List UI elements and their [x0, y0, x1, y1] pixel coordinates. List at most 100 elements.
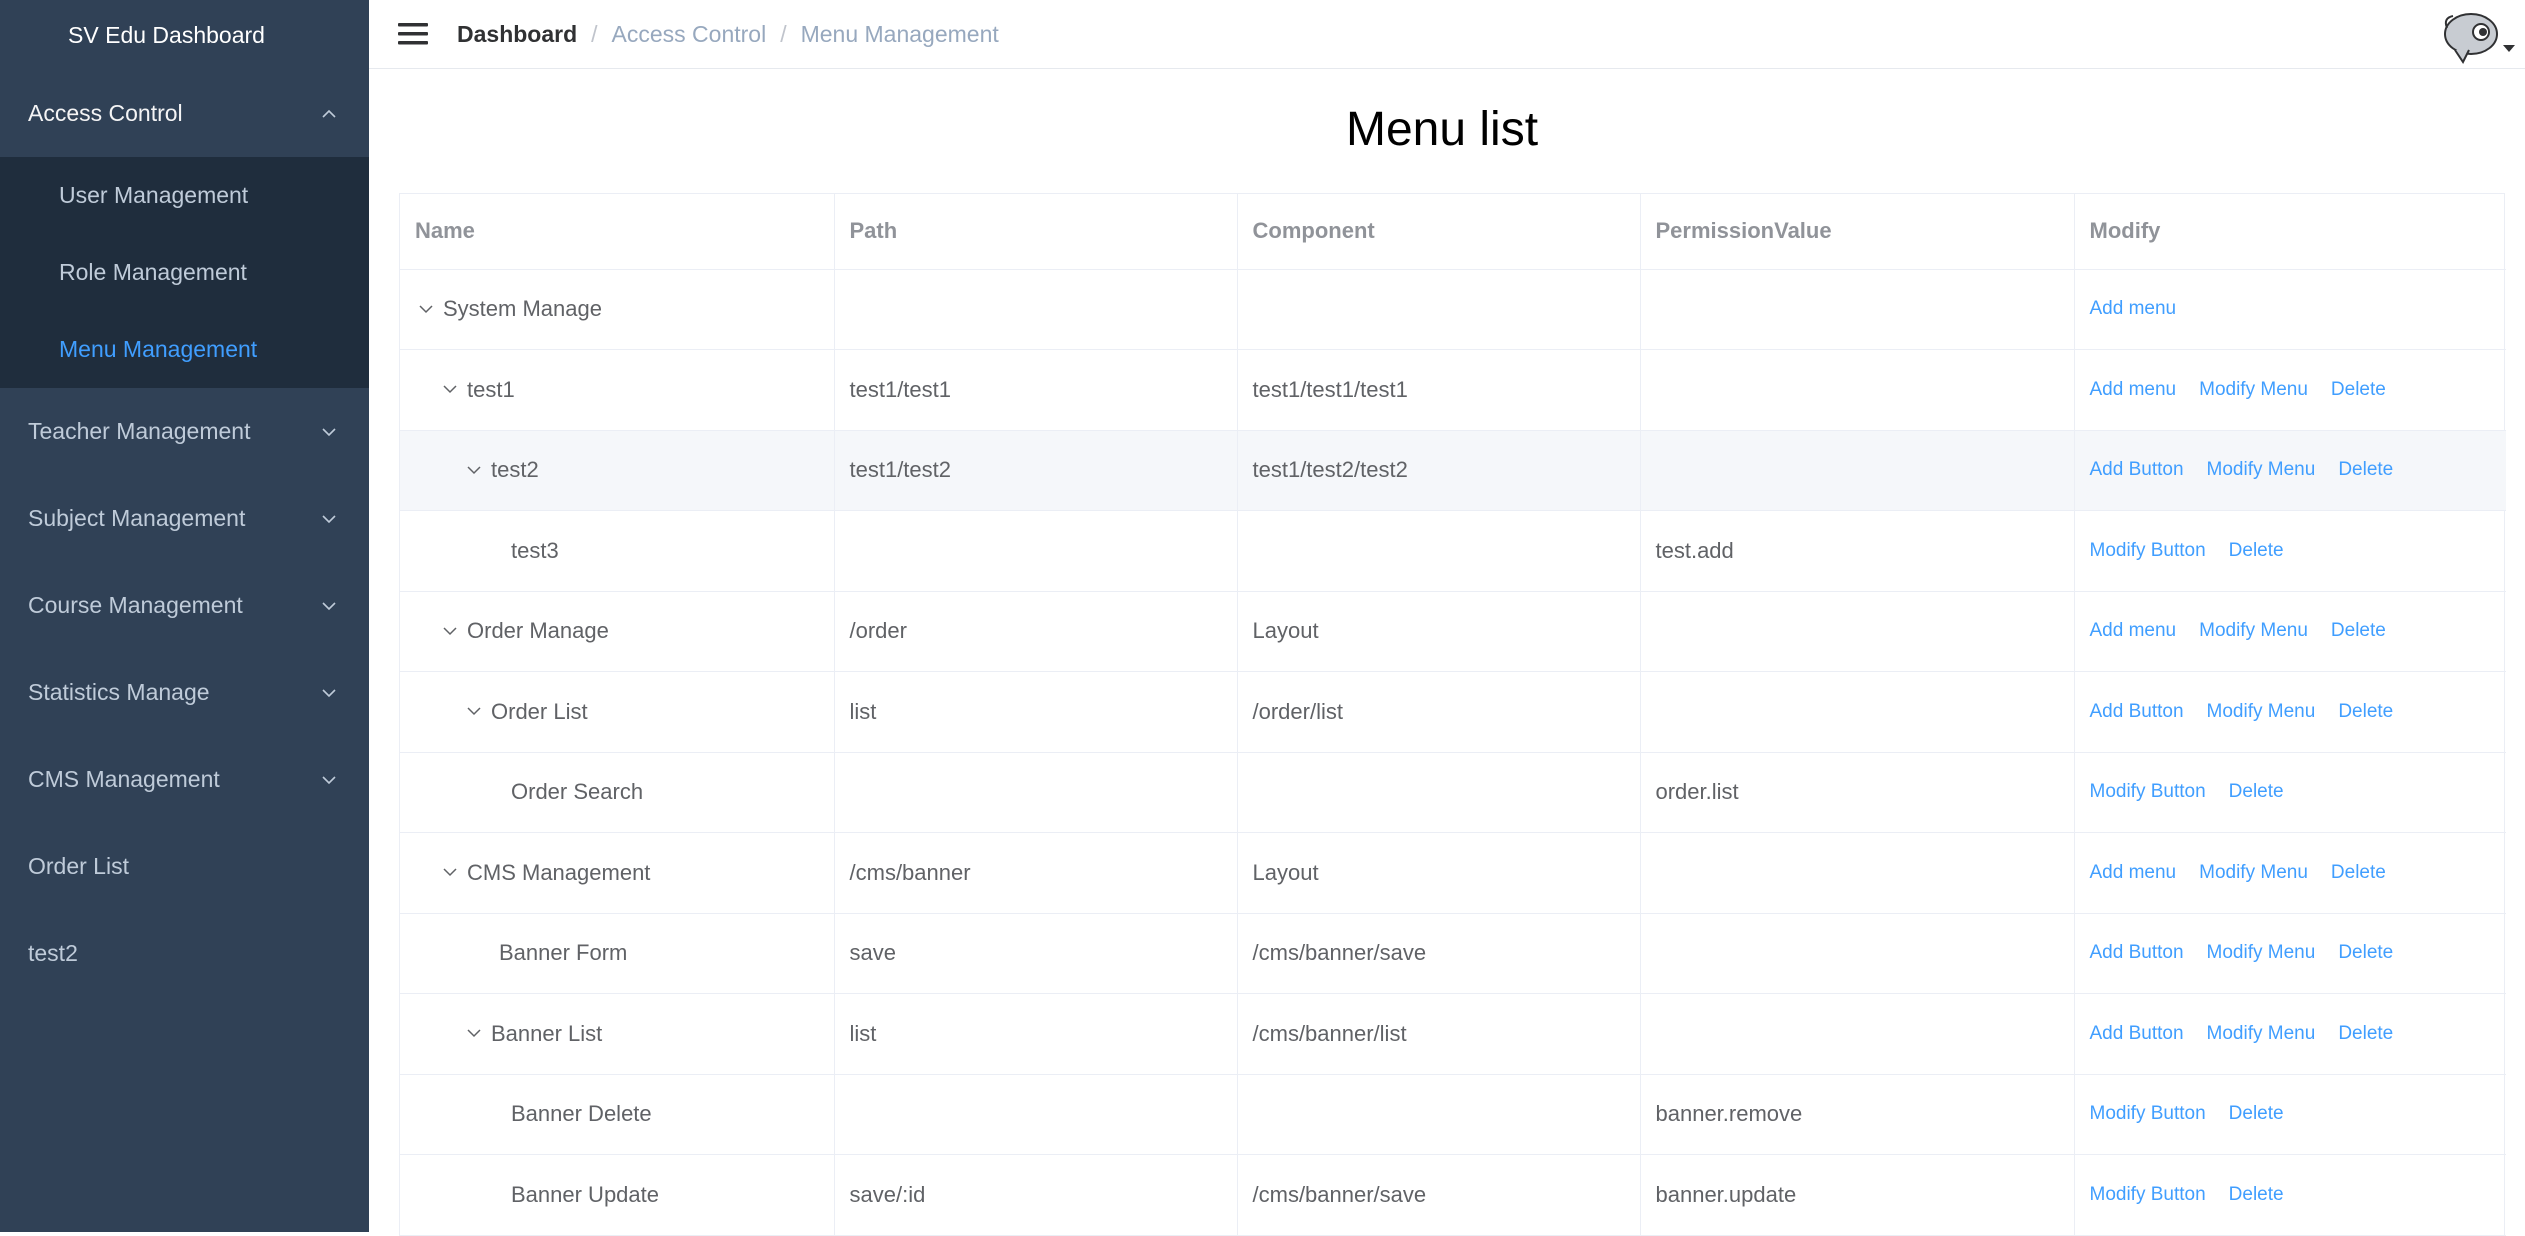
path-cell — [834, 752, 1238, 833]
breadcrumb-separator: / — [780, 20, 787, 47]
component-cell: /order/list — [1237, 671, 1641, 753]
expand-arrow-icon[interactable] — [439, 862, 461, 884]
delete-button[interactable]: Delete — [2338, 459, 2393, 481]
path-cell: test1/test2 — [834, 430, 1238, 511]
sidebar-item-role-management[interactable]: Role Management — [0, 234, 369, 311]
row-name: Banner List — [491, 1020, 603, 1046]
modify-menu-button[interactable]: Modify Menu — [2207, 942, 2316, 964]
modify-menu-button[interactable]: Modify Menu — [2207, 1023, 2316, 1045]
sidebar-item-label: Statistics Manage — [28, 679, 210, 705]
delete-button[interactable]: Delete — [2338, 1023, 2393, 1045]
expand-arrow-icon[interactable] — [439, 620, 461, 642]
add-button-button[interactable]: Add Button — [2090, 1023, 2184, 1045]
sidebar-item-label: Teacher Management — [28, 418, 251, 444]
component-cell: Layout — [1237, 591, 1641, 672]
add-menu-button[interactable]: Add menu — [2090, 620, 2177, 642]
sidebar-item-menu-management[interactable]: Menu Management — [0, 311, 369, 388]
table-row: System Manage Add menu — [400, 269, 2506, 350]
modify-menu-button[interactable]: Modify Menu — [2207, 701, 2316, 723]
actions-cell: Modify Button Delete — [2074, 1154, 2506, 1236]
component-cell: Layout — [1237, 832, 1641, 914]
row-name: CMS Management — [467, 859, 651, 885]
table-row: Order Manage /order Layout Add menu Modi… — [400, 591, 2506, 672]
row-name: Order Manage — [467, 618, 609, 644]
sidebar-item-order-list[interactable]: Order List — [0, 823, 369, 910]
expand-arrow-icon[interactable] — [439, 379, 461, 401]
path-cell: save/:id — [834, 1154, 1238, 1236]
name-cell: Order Search — [400, 752, 835, 833]
modify-menu-button[interactable]: Modify Menu — [2207, 459, 2316, 481]
sidebar-item-teacher-management[interactable]: Teacher Management — [0, 388, 369, 475]
delete-button[interactable]: Delete — [2331, 379, 2386, 401]
actions-cell: Add menu — [2074, 269, 2506, 350]
name-cell: Banner List — [400, 993, 835, 1075]
permission-cell — [1640, 913, 2075, 994]
delete-button[interactable]: Delete — [2229, 1184, 2284, 1206]
delete-button[interactable]: Delete — [2331, 862, 2386, 884]
delete-button[interactable]: Delete — [2338, 701, 2393, 723]
add-button-button[interactable]: Add Button — [2090, 942, 2184, 964]
name-cell: test1 — [400, 349, 835, 431]
sidebar-item-course-management[interactable]: Course Management — [0, 562, 369, 649]
hamburger-icon[interactable] — [383, 4, 443, 64]
table-row: Banner Delete banner.remove Modify Butto… — [400, 1074, 2506, 1155]
path-cell: /cms/banner — [834, 832, 1238, 914]
component-cell — [1237, 510, 1641, 592]
sidebar-item-cms-management[interactable]: CMS Management — [0, 736, 369, 823]
name-cell: test2 — [400, 430, 835, 511]
row-name: test2 — [491, 457, 539, 483]
permission-cell: banner.remove — [1640, 1074, 2075, 1155]
add-menu-button[interactable]: Add menu — [2090, 862, 2177, 884]
table-row: Banner List list /cms/banner/list Add Bu… — [400, 993, 2506, 1075]
modify-button-button[interactable]: Modify Button — [2090, 1184, 2206, 1206]
modify-menu-button[interactable]: Modify Menu — [2199, 862, 2308, 884]
modify-menu-button[interactable]: Modify Menu — [2199, 379, 2308, 401]
modify-button-button[interactable]: Modify Button — [2090, 1103, 2206, 1125]
delete-button[interactable]: Delete — [2229, 781, 2284, 803]
brand-title[interactable]: SV Edu Dashboard — [0, 0, 369, 70]
table-row: test2 test1/test2 test1/test2/test2 Add … — [400, 430, 2506, 511]
breadcrumb-dashboard[interactable]: Dashboard — [457, 21, 577, 48]
add-button-button[interactable]: Add Button — [2090, 701, 2184, 723]
permission-cell — [1640, 671, 2075, 753]
component-cell: /cms/banner/list — [1237, 993, 1641, 1075]
delete-button[interactable]: Delete — [2229, 540, 2284, 562]
table-row: Banner Form save /cms/banner/save Add Bu… — [400, 913, 2506, 994]
permission-cell — [1640, 591, 2075, 672]
add-menu-button[interactable]: Add menu — [2090, 379, 2177, 401]
path-cell: list — [834, 671, 1238, 753]
modify-menu-button[interactable]: Modify Menu — [2199, 620, 2308, 642]
component-cell — [1237, 752, 1641, 833]
name-cell: System Manage — [400, 269, 835, 350]
expand-arrow-icon[interactable] — [463, 459, 485, 481]
row-name: test3 — [511, 537, 559, 563]
expand-arrow-icon[interactable] — [415, 298, 437, 320]
delete-button[interactable]: Delete — [2338, 942, 2393, 964]
expand-arrow-icon[interactable] — [463, 1023, 485, 1045]
delete-button[interactable]: Delete — [2229, 1103, 2284, 1125]
chevron-down-icon — [319, 422, 339, 442]
sidebar-item-access-control[interactable]: Access Control — [0, 70, 369, 157]
column-header-component: Component — [1237, 194, 1641, 270]
modify-button-button[interactable]: Modify Button — [2090, 781, 2206, 803]
add-button-button[interactable]: Add Button — [2090, 459, 2184, 481]
modify-button-button[interactable]: Modify Button — [2090, 540, 2206, 562]
user-menu[interactable] — [2441, 4, 2515, 64]
access-control-submenu: User Management Role Management Menu Man… — [0, 157, 369, 388]
avatar[interactable] — [2441, 4, 2501, 64]
sidebar-item-subject-management[interactable]: Subject Management — [0, 475, 369, 562]
sidebar-item-label: Subject Management — [28, 505, 246, 531]
caret-down-icon[interactable] — [2503, 45, 2515, 52]
sidebar-item-label: Course Management — [28, 592, 243, 618]
name-cell: Banner Delete — [400, 1074, 835, 1155]
table-row: CMS Management /cms/banner Layout Add me… — [400, 832, 2506, 914]
sidebar-item-user-management[interactable]: User Management — [0, 157, 369, 234]
expand-arrow-icon[interactable] — [463, 701, 485, 723]
sidebar-item-test2[interactable]: test2 — [0, 910, 369, 997]
sidebar-item-statistics-manage[interactable]: Statistics Manage — [0, 649, 369, 736]
actions-cell: Add menu Modify Menu Delete — [2074, 591, 2506, 672]
add-menu-button[interactable]: Add menu — [2090, 298, 2177, 320]
delete-button[interactable]: Delete — [2331, 620, 2386, 642]
path-cell: save — [834, 913, 1238, 994]
permission-cell: test.add — [1640, 510, 2075, 592]
